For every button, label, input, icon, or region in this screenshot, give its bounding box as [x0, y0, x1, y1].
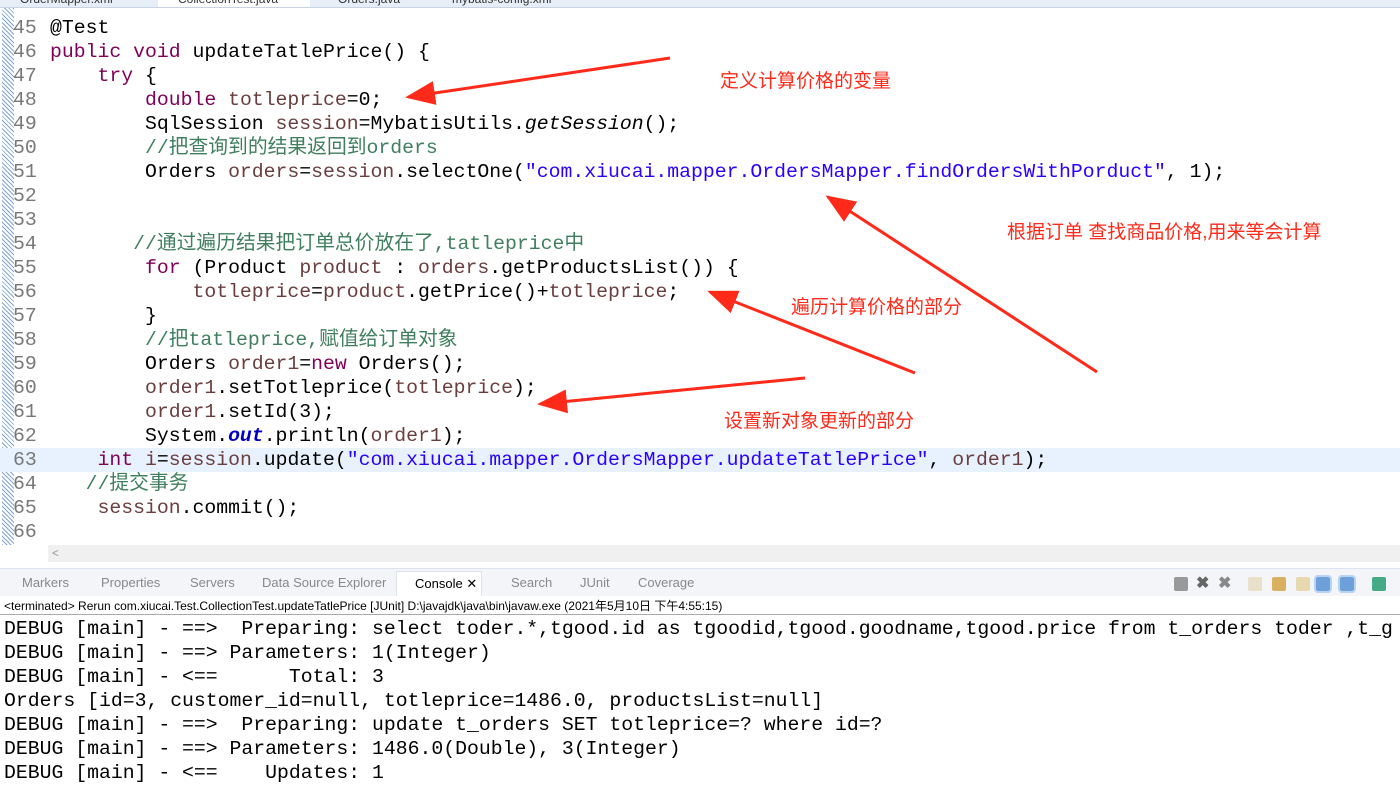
arrow-4	[537, 376, 806, 414]
annotation-query: 根据订单 查找商品价格,用来等会计算	[1007, 222, 1322, 243]
annotation-loop: 遍历计算价格的部分	[791, 297, 963, 318]
annotation-variable: 定义计算价格的变量	[720, 71, 892, 92]
arrow-1	[405, 56, 671, 105]
annotation-arrows	[405, 56, 1098, 414]
annotation-update: 设置新对象更新的部分	[724, 411, 915, 432]
